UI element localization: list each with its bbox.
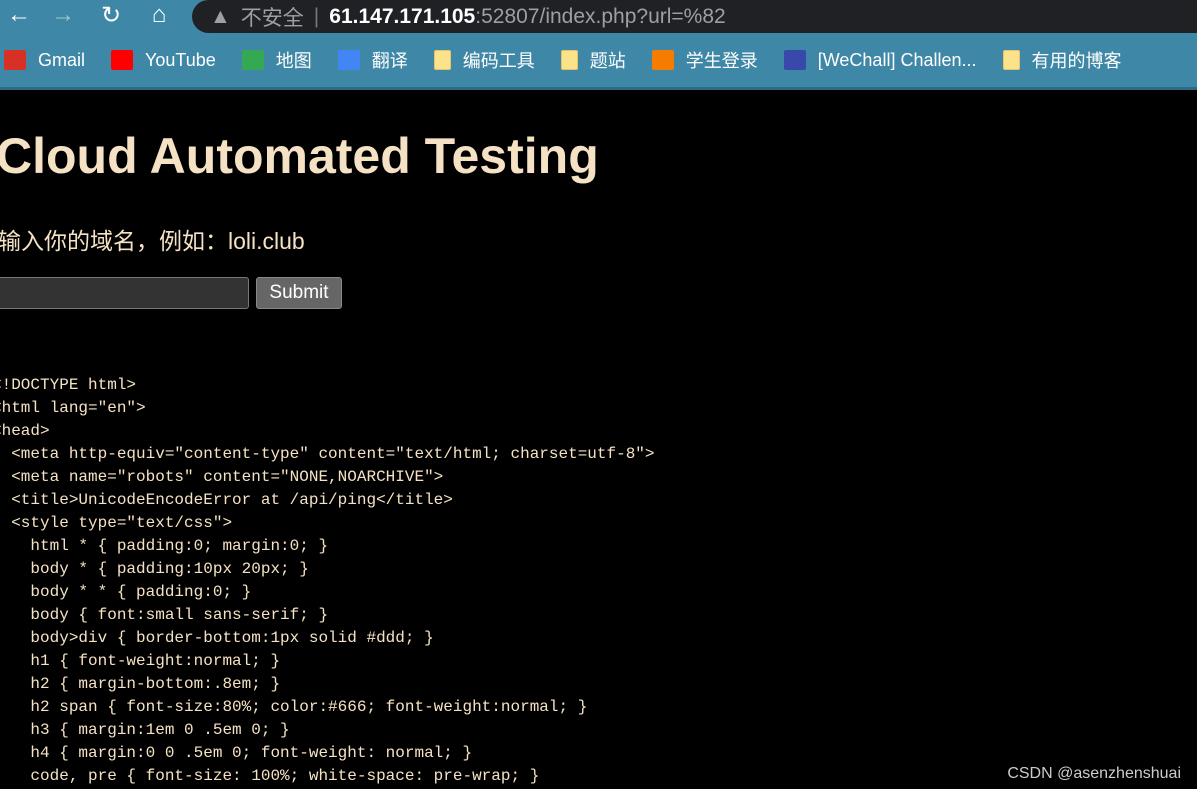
url-host: 61.147.171.105 — [329, 4, 476, 28]
home-icon[interactable]: ⌂ — [144, 0, 174, 30]
wechall-icon — [783, 50, 806, 70]
bookmark-label: 有用的博客 — [1031, 51, 1122, 71]
url-path: :52807/index.php?url=%82 — [475, 4, 726, 28]
bookmark-label: 学生登录 — [685, 51, 758, 71]
address-bar[interactable]: ▲ 不安全 | 61.147.171.105 :52807/index.php?… — [192, 0, 1197, 33]
bookmark-item[interactable]: 题站 — [560, 47, 626, 73]
bookmark-label: 翻译 — [371, 51, 408, 71]
bookmark-item[interactable]: [WeChall] Challen... — [783, 49, 977, 71]
folder-icon — [560, 50, 578, 70]
security-label: 不安全 — [240, 6, 304, 30]
warning-icon: ▲ — [210, 4, 231, 28]
bookmark-item[interactable]: YouTube — [111, 50, 216, 71]
domain-prompt: 输入你的域名，例如：loli.club — [0, 228, 305, 254]
bookmarks-bar: Gmail YouTube 地图 翻译 编码工具 题站 学生登录 [WeChall] Chal… — [0, 33, 1197, 90]
bookmark-label: 编码工具 — [462, 51, 535, 71]
bookmark-label: Gmail — [38, 49, 86, 70]
reload-icon[interactable]: ↻ — [96, 0, 126, 30]
separator: | — [313, 4, 320, 28]
translate-icon — [337, 50, 360, 70]
folder-icon — [1002, 50, 1020, 70]
youtube-icon — [111, 50, 134, 70]
bookmark-label: 题站 — [589, 51, 626, 71]
bookmark-label: 地图 — [275, 51, 312, 71]
watermark: CSDN @asenzhenshuai — [1007, 765, 1181, 782]
gmail-icon — [4, 50, 26, 70]
bookmark-label: YouTube — [145, 49, 216, 70]
domain-input[interactable] — [0, 277, 249, 309]
browser-toolbar: ← → ↻ ⌂ ▲ 不安全 | 61.147.171.105 :52807/in… — [0, 0, 1197, 33]
maps-icon — [241, 50, 264, 70]
response-source: <!DOCTYPE html> <html lang="en"> <head> … — [0, 376, 655, 785]
back-icon[interactable]: ← — [4, 0, 34, 30]
bookmark-item[interactable]: 编码工具 — [433, 47, 535, 73]
page-title: Cloud Automated Testing — [0, 128, 599, 184]
bookmark-item[interactable]: Gmail — [4, 50, 85, 71]
bookmark-item[interactable]: 地图 — [241, 47, 312, 73]
app-icon — [651, 50, 674, 70]
bookmark-label: [WeChall] Challen... — [817, 49, 977, 70]
folder-icon — [433, 50, 451, 70]
bookmark-item[interactable]: 学生登录 — [651, 47, 758, 73]
bookmark-item[interactable]: 翻译 — [337, 47, 408, 73]
forward-icon[interactable]: → — [48, 0, 78, 30]
bookmark-item[interactable]: 有用的博客 — [1002, 47, 1122, 73]
submit-button[interactable]: Submit — [256, 277, 342, 309]
